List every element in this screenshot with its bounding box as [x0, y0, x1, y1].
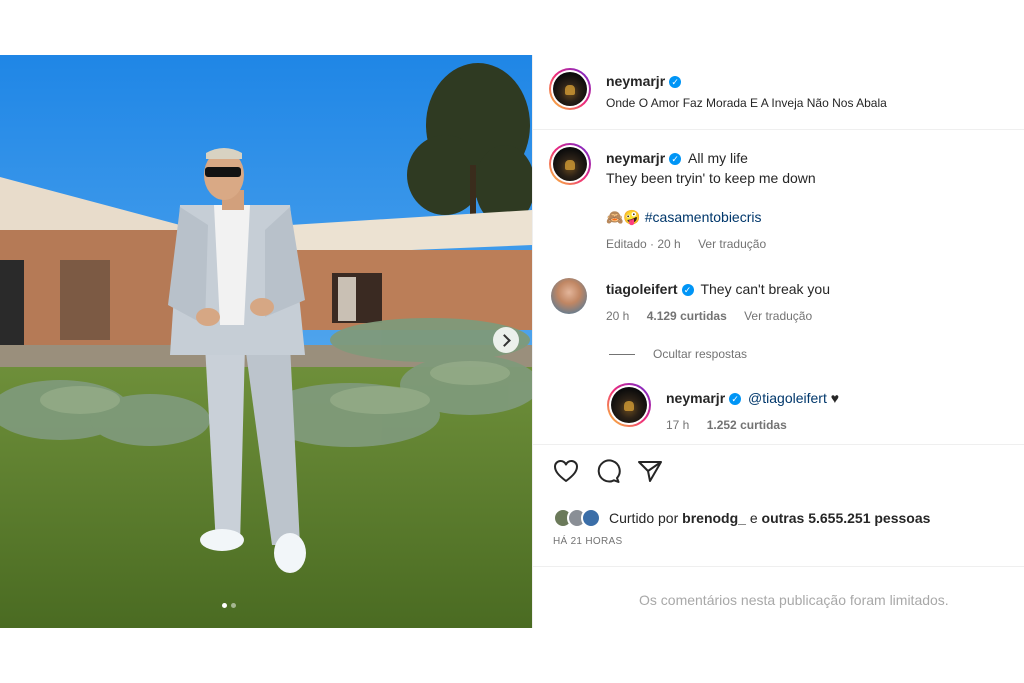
comment-likes[interactable]: 4.129 curtidas: [647, 309, 727, 323]
commenter-avatar[interactable]: [551, 278, 587, 314]
comment-icon[interactable]: [595, 459, 621, 483]
likes-summary: Curtido por brenodg_ e outras 5.655.251 …: [553, 508, 930, 528]
likes-count-link[interactable]: outras 5.655.251 pessoas: [762, 510, 931, 526]
caption-line2: They been tryin' to keep me down: [606, 170, 816, 186]
carousel-dot: [231, 603, 236, 608]
post-photo[interactable]: [0, 55, 532, 628]
comment-text: They can't break you: [700, 281, 830, 297]
username-text[interactable]: neymarjr: [606, 150, 665, 166]
caption-age[interactable]: 20 h: [657, 237, 680, 251]
caption-username[interactable]: neymarjr ✓: [606, 150, 682, 166]
header-subtitle[interactable]: Onde O Amor Faz Morada E A Inveja Não No…: [606, 96, 887, 110]
translate-link[interactable]: Ver tradução: [744, 309, 812, 323]
divider: [533, 566, 1024, 567]
username-text[interactable]: neymarjr: [666, 390, 725, 406]
instagram-post: neymarjr ✓ Onde O Amor Faz Morada E A Inv…: [0, 55, 1024, 628]
liker-username[interactable]: brenodg_: [682, 510, 746, 526]
comment-meta: 20 h 4.129 curtidas Ver tradução: [606, 309, 812, 323]
caption-avatar[interactable]: [549, 143, 591, 185]
share-icon[interactable]: [637, 459, 663, 483]
reply-username[interactable]: neymarjr ✓: [666, 390, 742, 406]
photo-illustration: [0, 55, 532, 628]
comments-limited-notice: Os comentários nesta publicação foram li…: [639, 592, 949, 608]
caption-meta: Editado · 20 h Ver tradução: [606, 237, 767, 251]
carousel-dot: [222, 603, 227, 608]
verified-icon: ✓: [681, 284, 694, 296]
username-text[interactable]: tiagoleifert: [606, 281, 678, 297]
hide-replies-button[interactable]: Ocultar respostas: [609, 347, 747, 361]
hashtag-link[interactable]: #casamentobiecris: [645, 209, 762, 225]
likes-connector: e: [749, 510, 758, 526]
reply: neymarjr ✓ @tiagoleifert ♥: [666, 390, 839, 406]
hide-replies-label[interactable]: Ocultar respostas: [653, 347, 747, 361]
edited-label: Editado: [606, 237, 647, 251]
caption: neymarjr ✓ All my life: [606, 150, 748, 166]
likes-prefix: Curtido por: [609, 510, 679, 526]
chevron-right-icon: [498, 333, 511, 347]
caption-tags: 🙈🤪 #casamentobiecris: [606, 209, 762, 226]
caption-line1: All my life: [688, 150, 748, 166]
reply-age[interactable]: 17 h: [666, 418, 689, 432]
translate-link[interactable]: Ver tradução: [698, 237, 766, 251]
verified-icon: ✓: [669, 153, 682, 165]
verified-icon: ✓: [729, 393, 742, 405]
reply-meta: 17 h 1.252 curtidas: [666, 418, 787, 432]
heart-icon[interactable]: [553, 459, 579, 483]
header-username[interactable]: neymarjr ✓: [606, 73, 682, 89]
post-side-panel: neymarjr ✓ Onde O Amor Faz Morada E A Inv…: [532, 55, 1024, 628]
post-timestamp[interactable]: HÁ 21 HORAS: [553, 536, 622, 547]
comment-age[interactable]: 20 h: [606, 309, 629, 323]
divider: [533, 444, 1024, 445]
action-bar: [553, 459, 663, 483]
verified-icon: ✓: [669, 76, 682, 88]
caption-emojis: 🙈🤪: [606, 209, 641, 225]
carousel-next-button[interactable]: [493, 327, 519, 353]
username-text[interactable]: neymarjr: [606, 73, 665, 89]
divider-line: [609, 353, 635, 355]
avatar[interactable]: [549, 68, 591, 110]
comment: tiagoleifert ✓ They can't break you: [606, 281, 830, 297]
carousel-dots: [222, 603, 236, 608]
mention-link[interactable]: @tiagoleifert: [748, 390, 827, 406]
comment-username[interactable]: tiagoleifert ✓: [606, 281, 694, 297]
likes-text: Curtido por brenodg_ e outras 5.655.251 …: [609, 510, 930, 526]
reply-avatar[interactable]: [607, 383, 651, 427]
reply-likes[interactable]: 1.252 curtidas: [707, 418, 787, 432]
heart-emoji: ♥: [830, 390, 840, 406]
post-header: neymarjr ✓ Onde O Amor Faz Morada E A Inv…: [533, 55, 1024, 130]
liker-avatar[interactable]: [581, 508, 601, 528]
